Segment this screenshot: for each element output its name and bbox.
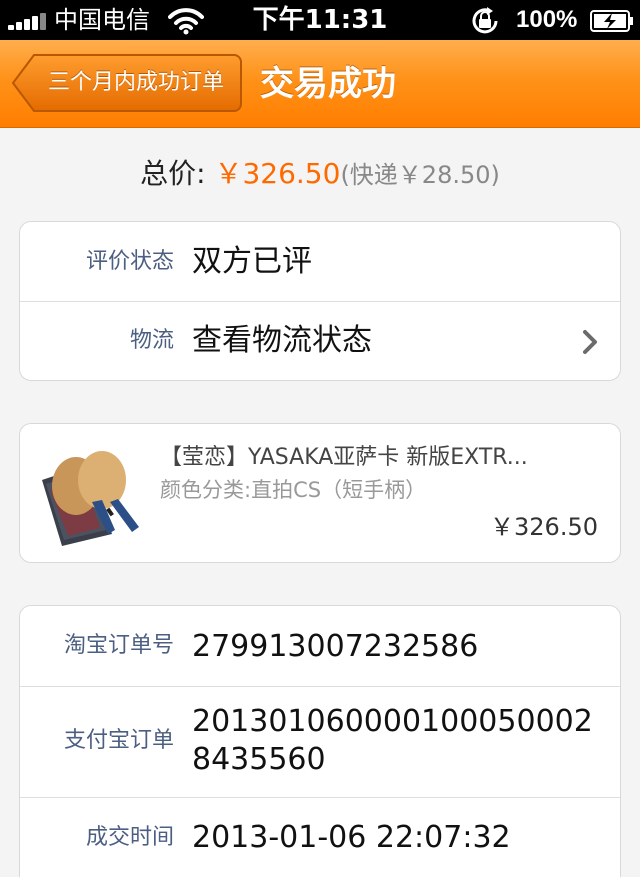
item-spec: 颜色分类:直拍CS（短手柄） <box>160 478 427 502</box>
taobao-order-row: 淘宝订单号 279913007232586 <box>20 606 620 687</box>
battery-percentage: 100% <box>516 6 578 33</box>
rotation-lock-icon <box>472 7 498 34</box>
transaction-time-value: 2013-01-06 22:07:32 <box>192 820 511 855</box>
transaction-time-row: 成交时间 2013-01-06 22:07:32 <box>20 798 620 877</box>
review-status-label: 评价状态 <box>85 249 174 274</box>
transaction-time-label: 成交时间 <box>85 825 174 850</box>
taobao-order-label: 淘宝订单号 <box>63 633 174 658</box>
total-label: 总价: <box>140 157 206 190</box>
order-total: 总价: ￥326.50(快递￥28.50) <box>0 150 640 199</box>
back-button-label: 三个月内成功订单 <box>47 70 224 95</box>
chevron-right-icon <box>583 330 597 354</box>
taobao-order-number: 279913007232586 <box>192 629 479 664</box>
shipping-fee: (快递￥28.50) <box>340 161 500 189</box>
alipay-order-row: 支付宝订单 201301060000100050002 8435560 <box>20 687 620 798</box>
back-button[interactable]: 三个月内成功订单 <box>12 54 242 112</box>
total-amount: ￥326.50 <box>214 157 341 190</box>
item-price: ￥326.50 <box>490 513 598 541</box>
order-item-card[interactable]: 【莹恋】YASAKA亚萨卡 新版EXTR... 颜色分类:直拍CS（短手柄） ￥… <box>19 423 621 563</box>
table-tennis-paddle-icon <box>40 450 144 546</box>
status-bar: 中国电信 下午11:31 100% <box>0 0 640 40</box>
logistics-link[interactable]: 查看物流状态 <box>192 321 372 361</box>
alipay-order-label: 支付宝订单 <box>63 728 174 753</box>
logistics-row[interactable]: 物流 查看物流状态 <box>20 302 620 380</box>
page-title: 交易成功 <box>260 64 396 104</box>
review-status-row: 评价状态 双方已评 <box>20 222 620 302</box>
alipay-order-number-line2: 8435560 <box>192 742 326 777</box>
order-info-card: 淘宝订单号 279913007232586 支付宝订单 201301060000… <box>19 605 621 877</box>
navigation-bar: 三个月内成功订单 交易成功 <box>0 40 640 128</box>
alipay-order-number-line1: 201301060000100050002 <box>192 704 593 739</box>
battery-charging-icon <box>590 10 633 32</box>
item-title: 【莹恋】YASAKA亚萨卡 新版EXTR... <box>160 445 528 470</box>
logistics-label: 物流 <box>129 328 174 353</box>
review-status-value: 双方已评 <box>192 244 312 279</box>
status-card: 评价状态 双方已评 物流 查看物流状态 <box>19 221 621 381</box>
